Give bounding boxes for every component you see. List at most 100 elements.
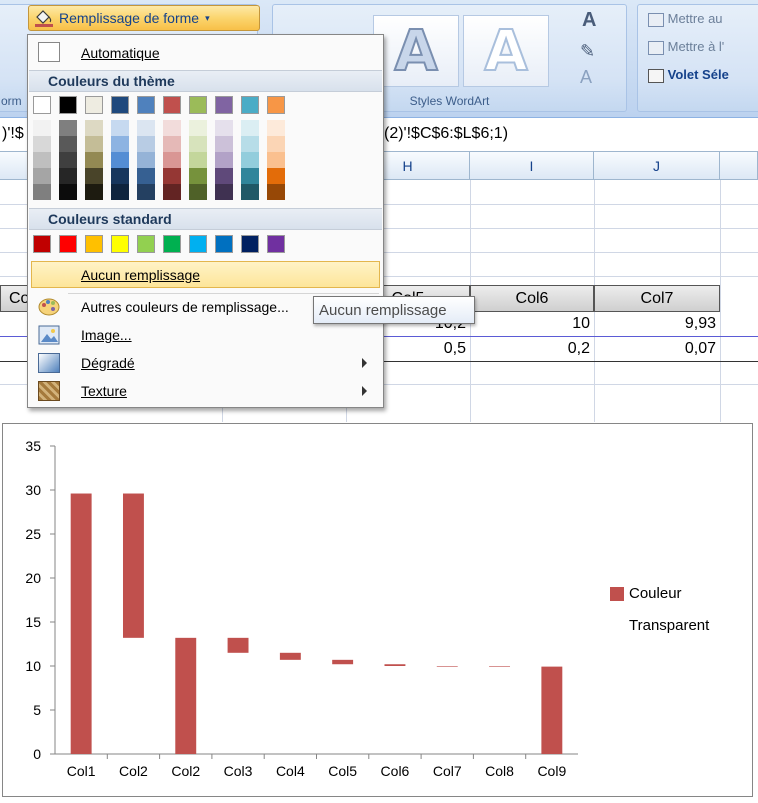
theme-tint-swatch[interactable] xyxy=(33,168,51,184)
picture-fill-item[interactable]: Image... xyxy=(30,321,381,348)
standard-color-swatch[interactable] xyxy=(137,235,155,253)
standard-color-swatch[interactable] xyxy=(85,235,103,253)
standard-color-swatch[interactable] xyxy=(189,235,207,253)
theme-tint-swatch[interactable] xyxy=(163,120,181,136)
y-tick-label: 20 xyxy=(25,570,41,586)
theme-tint-swatch[interactable] xyxy=(189,168,207,184)
theme-tint-swatch[interactable] xyxy=(163,168,181,184)
bring-front-label: Mettre au xyxy=(667,11,723,26)
theme-tint-swatch[interactable] xyxy=(33,136,51,152)
wordart-style-2[interactable]: A xyxy=(463,15,549,87)
theme-tint-swatch[interactable] xyxy=(137,120,155,136)
standard-color-swatch[interactable] xyxy=(33,235,51,253)
theme-color-swatch[interactable] xyxy=(85,96,103,114)
theme-tint-swatch[interactable] xyxy=(215,120,233,136)
table-header-cell[interactable]: Col6 xyxy=(470,285,594,312)
table-cell[interactable]: 0,07 xyxy=(594,337,720,361)
theme-tint-swatch[interactable] xyxy=(111,136,129,152)
theme-tint-swatch[interactable] xyxy=(241,120,259,136)
theme-color-swatch[interactable] xyxy=(189,96,207,114)
theme-tint-swatch[interactable] xyxy=(85,168,103,184)
theme-tint-swatch[interactable] xyxy=(215,152,233,168)
theme-tint-swatch[interactable] xyxy=(189,120,207,136)
table-header-cell[interactable]: Col7 xyxy=(594,285,720,312)
theme-tint-swatch[interactable] xyxy=(85,120,103,136)
table-header-cell[interactable]: Co xyxy=(0,285,30,312)
x-tick-label: Col9 xyxy=(537,763,566,779)
theme-tint-swatch[interactable] xyxy=(137,136,155,152)
theme-color-swatch[interactable] xyxy=(241,96,259,114)
theme-tint-swatch[interactable] xyxy=(85,136,103,152)
standard-color-swatch[interactable] xyxy=(267,235,285,253)
theme-tint-swatch[interactable] xyxy=(215,136,233,152)
theme-color-swatch[interactable] xyxy=(137,96,155,114)
theme-tint-swatch[interactable] xyxy=(137,184,155,200)
theme-tint-swatch[interactable] xyxy=(163,152,181,168)
table-cell[interactable]: 10 xyxy=(470,312,594,336)
column-header-j[interactable]: J xyxy=(594,152,720,180)
bring-front-button[interactable]: Mettre au xyxy=(648,11,723,27)
theme-tint-swatch[interactable] xyxy=(189,184,207,200)
theme-tint-swatch[interactable] xyxy=(267,168,285,184)
theme-tint-swatch[interactable] xyxy=(111,184,129,200)
theme-tint-swatch[interactable] xyxy=(189,136,207,152)
no-fill-item[interactable]: Aucun remplissage xyxy=(31,261,380,288)
standard-color-swatch[interactable] xyxy=(59,235,77,253)
table-cell[interactable]: 0,2 xyxy=(470,337,594,361)
theme-color-swatch[interactable] xyxy=(163,96,181,114)
table-cell[interactable]: 9,93 xyxy=(594,312,720,336)
theme-tint-swatch[interactable] xyxy=(59,120,77,136)
column-header-i[interactable]: I xyxy=(470,152,594,180)
chart-area[interactable]: 0 5 10 15 20 25 30 35 Col1 Col2 Col2 Col3 Col4 Col5 Co… xyxy=(2,423,753,797)
theme-tint-swatch[interactable] xyxy=(111,168,129,184)
send-back-button[interactable]: Mettre à l' xyxy=(648,39,724,55)
text-fill-button[interactable]: A xyxy=(582,9,596,32)
theme-tint-swatch[interactable] xyxy=(163,184,181,200)
theme-tint-swatch[interactable] xyxy=(241,184,259,200)
theme-tint-swatch[interactable] xyxy=(163,136,181,152)
gradient-fill-item[interactable]: Dégradé xyxy=(30,349,381,376)
theme-tint-swatch[interactable] xyxy=(111,120,129,136)
theme-tint-swatch[interactable] xyxy=(85,184,103,200)
text-outline-icon[interactable]: ✎ xyxy=(580,41,595,62)
texture-fill-item[interactable]: Texture xyxy=(30,377,381,404)
theme-tint-swatch[interactable] xyxy=(267,120,285,136)
standard-color-swatch[interactable] xyxy=(215,235,233,253)
text-effects-button[interactable]: A xyxy=(580,67,592,88)
chart-svg: 0 5 10 15 20 25 30 35 Col1 Col2 Col2 Col3 Col4 Col5 Co… xyxy=(25,438,578,779)
column-header-k[interactable] xyxy=(720,152,758,180)
standard-color-swatch[interactable] xyxy=(163,235,181,253)
theme-tint-swatch[interactable] xyxy=(137,168,155,184)
selection-pane-button[interactable]: Volet Séle xyxy=(648,67,729,83)
theme-tint-swatch[interactable] xyxy=(267,136,285,152)
theme-tint-swatch[interactable] xyxy=(267,184,285,200)
theme-tint-swatch[interactable] xyxy=(85,152,103,168)
theme-tint-swatch[interactable] xyxy=(267,152,285,168)
theme-tint-swatch[interactable] xyxy=(33,120,51,136)
theme-tint-swatch[interactable] xyxy=(33,184,51,200)
standard-color-swatch[interactable] xyxy=(241,235,259,253)
standard-color-swatch[interactable] xyxy=(111,235,129,253)
theme-tint-swatch[interactable] xyxy=(241,152,259,168)
theme-tint-swatch[interactable] xyxy=(59,152,77,168)
shape-fill-dropdown[interactable]: Automatique Couleurs du thème Couleurs s… xyxy=(27,34,384,408)
theme-tint-swatch[interactable] xyxy=(59,136,77,152)
theme-tint-swatch[interactable] xyxy=(215,168,233,184)
theme-tint-swatch[interactable] xyxy=(241,168,259,184)
theme-tint-swatch[interactable] xyxy=(59,184,77,200)
theme-tint-swatch[interactable] xyxy=(189,152,207,168)
theme-color-swatch[interactable] xyxy=(111,96,129,114)
theme-tint-swatch[interactable] xyxy=(241,136,259,152)
wordart-style-1[interactable]: A xyxy=(373,15,459,87)
theme-tint-swatch[interactable] xyxy=(111,152,129,168)
theme-tint-swatch[interactable] xyxy=(137,152,155,168)
theme-tint-swatch[interactable] xyxy=(215,184,233,200)
automatic-fill-item[interactable]: Automatique xyxy=(30,39,381,66)
theme-color-swatch[interactable] xyxy=(33,96,51,114)
shape-fill-button[interactable]: Remplissage de forme ▾ xyxy=(28,5,260,31)
theme-tint-swatch[interactable] xyxy=(33,152,51,168)
theme-color-swatch[interactable] xyxy=(215,96,233,114)
theme-color-swatch[interactable] xyxy=(267,96,285,114)
theme-color-swatch[interactable] xyxy=(59,96,77,114)
theme-tint-swatch[interactable] xyxy=(59,168,77,184)
